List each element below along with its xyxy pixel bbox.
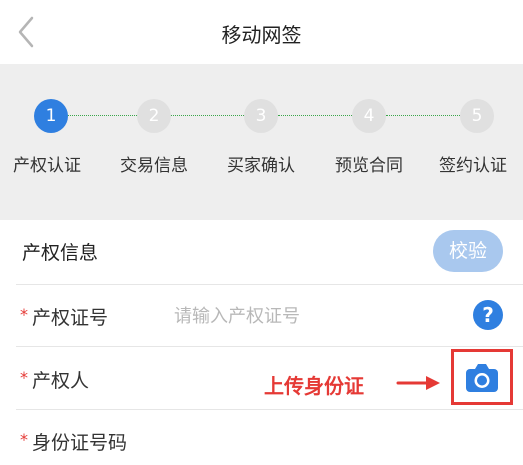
step-3-label: 买家确认	[227, 156, 295, 176]
cert-number-label: 产权证号	[32, 307, 109, 329]
owner-label: 产权人	[32, 370, 90, 392]
section-title: 产权信息	[22, 242, 99, 264]
step-4-circle[interactable]: 4	[352, 99, 386, 133]
step-indicator: 1 2 3 4 5 产权认证 交易信息 买家确认 预览合同 签约认证	[0, 64, 523, 220]
required-mark: *	[20, 305, 28, 324]
page-title: 移动网签	[221, 23, 302, 47]
step-1-circle[interactable]: 1	[34, 99, 68, 133]
step-5-circle[interactable]: 5	[460, 99, 494, 133]
cert-number-input[interactable]	[174, 302, 414, 330]
upload-id-button[interactable]	[451, 349, 513, 405]
question-icon[interactable]: ?	[473, 300, 503, 330]
arrow-right-icon	[396, 376, 440, 390]
step-3-circle[interactable]: 3	[244, 99, 278, 133]
upload-id-annotation: 上传身份证	[264, 374, 364, 398]
step-connector	[68, 115, 137, 116]
nav-bar: 移动网签	[0, 0, 523, 64]
step-1-label: 产权认证	[13, 156, 81, 176]
id-number-label: 身份证号码	[32, 432, 128, 454]
camera-icon	[466, 364, 498, 392]
step-2-circle[interactable]: 2	[137, 99, 171, 133]
verify-button[interactable]: 校验	[433, 230, 503, 272]
step-4-label: 预览合同	[335, 156, 403, 176]
step-2-label: 交易信息	[120, 156, 188, 176]
required-mark: *	[20, 430, 28, 449]
step-connector	[171, 115, 244, 116]
step-5-label: 签约认证	[439, 156, 507, 176]
required-mark: *	[20, 368, 28, 387]
step-connector	[386, 115, 460, 116]
step-connector	[278, 115, 352, 116]
